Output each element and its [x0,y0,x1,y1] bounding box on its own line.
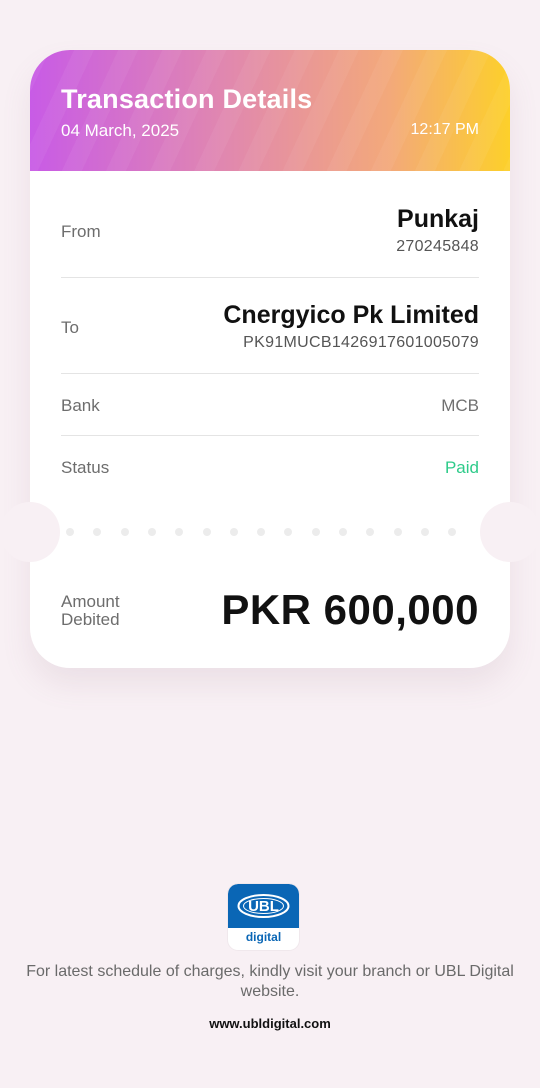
to-name: Cnergyico Pk Limited [223,301,479,329]
perforation-dot [120,528,129,536]
website-link[interactable]: www.ubldigital.com [0,1016,540,1031]
transaction-card: Transaction Details 04 March, 2025 12:17… [0,50,540,668]
perforation-dot [393,528,402,536]
perforation-dot [175,528,184,536]
ticket-notch-left [0,502,60,562]
bank-label: Bank [61,396,100,415]
divider [61,277,479,278]
divider [61,435,479,436]
perforation-dot [147,528,156,536]
to-row: To Cnergyico Pk Limited PK91MUCB14269176… [61,296,479,356]
perforation-dot [66,528,74,536]
perforation-line [66,528,474,538]
logo-subtitle: digital [245,930,282,944]
ubl-digital-logo: UBL digital [228,884,299,950]
status-badge: Paid [444,458,479,477]
transaction-date: 04 March, 2025 [61,121,180,140]
ticket-notch-right [480,502,540,562]
from-account: 270245848 [396,238,479,255]
from-row: From Punkaj 270245848 [61,200,479,260]
from-name: Punkaj [397,205,479,233]
transaction-time: 12:17 PM [410,121,479,138]
perforation-dot [202,528,211,536]
ubl-logo-icon: UBL [237,894,290,918]
perforation-dot [366,528,375,536]
from-label: From [61,222,101,241]
bank-value: MCB [441,396,479,415]
status-label: Status [61,458,110,477]
charges-note: For latest schedule of charges, kindly v… [26,963,514,1000]
status-row: Status Paid [61,456,479,480]
logo-wordmark: UBL [248,898,279,915]
to-label: To [61,318,79,337]
perforation-dot [284,528,293,536]
page-title: Transaction Details [61,84,313,114]
amount-label: Amount Debited [61,592,120,629]
amount-value: PKR 600,000 [221,586,479,633]
perforation-dot [229,528,238,536]
perforation-dot [93,528,102,536]
to-account: PK91MUCB1426917601005079 [243,334,479,351]
perforation-dot [257,528,266,536]
perforation-dot [339,528,347,536]
perforation-dot [420,528,429,536]
perforation-dot [448,528,457,536]
bank-row: Bank MCB [61,394,479,418]
divider [61,373,479,374]
card-header: Transaction Details 04 March, 2025 12:17… [30,50,510,171]
perforation-dot [311,528,320,536]
